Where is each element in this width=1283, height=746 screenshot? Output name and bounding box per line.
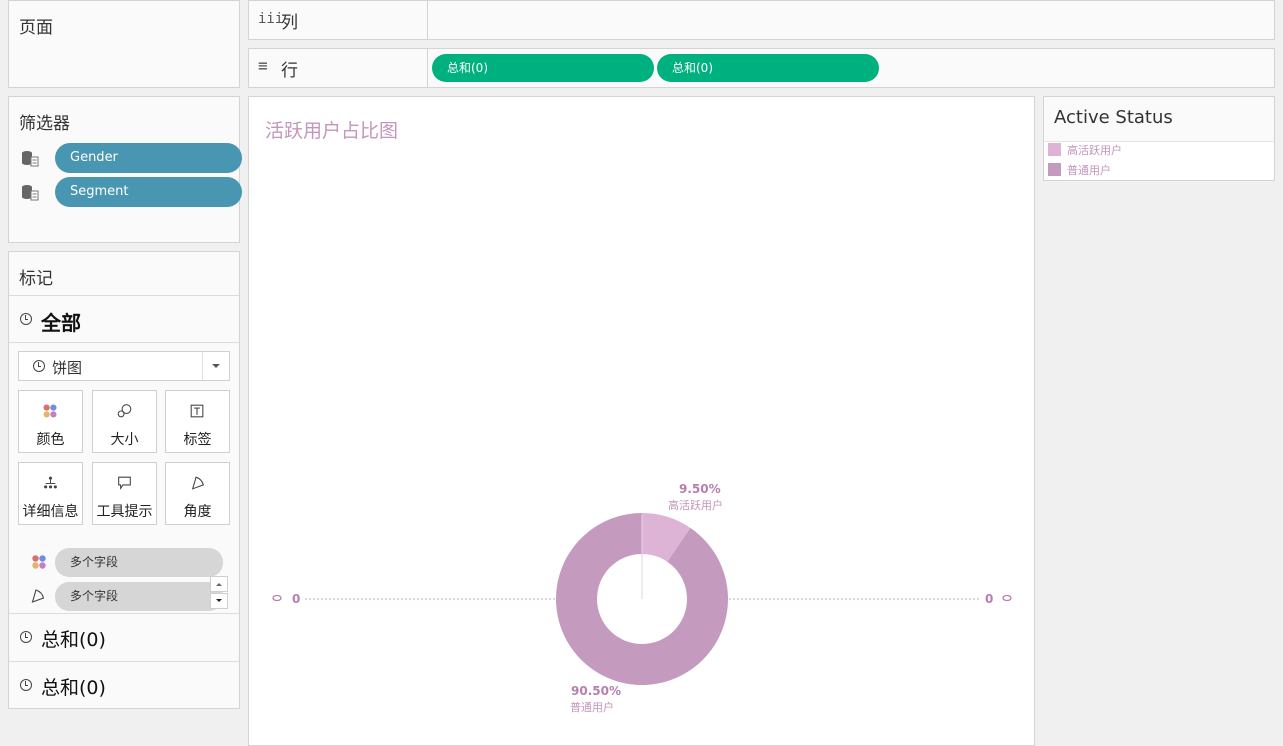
filter-row-gender: Gender (19, 143, 243, 173)
legend-swatch (1048, 163, 1061, 176)
scroll-down-button[interactable] (210, 593, 228, 609)
donut-chart: 0 0 9.50% 高活跃用户 90.50% 普通用户 (272, 482, 1012, 714)
slice-value-1: 90.50% (571, 684, 621, 698)
scroll-up-button[interactable] (210, 576, 228, 592)
legend-swatch (1048, 143, 1061, 156)
detail-icon (44, 476, 57, 489)
angle-button[interactable]: 角度 (165, 462, 230, 525)
marks-sum-tab-1[interactable]: 总和(0) (9, 614, 239, 660)
axis-mark-left[interactable] (272, 594, 282, 602)
legend-label: 普通用户 (1067, 164, 1111, 177)
text-label-icon (190, 404, 204, 418)
size-label: 大小 (110, 432, 139, 448)
size-button[interactable]: 大小 (92, 390, 157, 453)
database-icon (22, 151, 39, 167)
rows-shelf-label: ≡ 行 (249, 49, 428, 87)
rows-icon: ≡ (258, 56, 268, 75)
tooltip-label: 工具提示 (96, 504, 153, 520)
angle-icon (31, 589, 45, 603)
marks-all-tab[interactable]: 全部 (9, 296, 239, 342)
axis-label-right: 0 (985, 592, 993, 606)
pie-mark-icon (20, 679, 32, 691)
axis-label-left: 0 (292, 592, 300, 606)
divider (9, 342, 239, 343)
columns-icon: iii (258, 11, 284, 27)
filter-pill-gender[interactable]: Gender (55, 143, 242, 173)
chevron-down-icon (216, 599, 222, 602)
filters-panel[interactable]: 筛选器 Gender Segment (8, 96, 243, 243)
detail-label: 详细信息 (22, 504, 79, 520)
mark-type-value: 饼图 (52, 359, 83, 377)
database-icon (22, 185, 39, 201)
marks-all-label: 全部 (41, 311, 81, 335)
color-icon (32, 555, 46, 569)
slice-label-0: 9.50% 高活跃用户 (668, 482, 723, 512)
marks-panel-title: 标记 (19, 269, 53, 289)
legend-label: 高活跃用户 (1067, 144, 1122, 157)
angle-field-pill[interactable]: 多个字段 (55, 582, 223, 611)
slice-label-1: 90.50% 普通用户 (570, 684, 621, 714)
legend-panel[interactable]: Active Status 高活跃用户 普通用户 (1043, 96, 1275, 181)
pie-mark-icon (33, 360, 45, 372)
filter-row-segment: Segment (19, 177, 243, 207)
legend-header: Active Status (1044, 97, 1274, 142)
pages-panel[interactable]: 页面 (8, 0, 240, 88)
size-icon (117, 404, 132, 418)
chevron-down-icon[interactable] (202, 352, 229, 380)
mark-type-dropdown[interactable]: 饼图 (18, 351, 230, 381)
columns-label: 列 (281, 13, 298, 33)
pie-mark-icon (20, 631, 32, 643)
rows-pill-2[interactable]: 总和(0) (657, 54, 879, 82)
slice-value-0: 9.50% (679, 482, 721, 496)
filter-pill-segment[interactable]: Segment (55, 177, 242, 207)
color-label: 颜色 (36, 432, 65, 448)
columns-shelf[interactable]: iii 列 (248, 0, 1275, 40)
label-label: 标签 (183, 432, 212, 448)
label-button[interactable]: 标签 (165, 390, 230, 453)
axis-mark-right[interactable] (1002, 594, 1012, 602)
marks-sum-label-1: 总和(0) (41, 629, 106, 651)
color-field-pill[interactable]: 多个字段 (55, 548, 223, 577)
legend-title: Active Status (1054, 107, 1173, 128)
marks-sum-label-2: 总和(0) (41, 677, 106, 699)
slice-category-0: 高活跃用户 (668, 498, 723, 512)
angle-icon (191, 476, 204, 490)
columns-shelf-label: iii 列 (249, 1, 428, 39)
marks-sum-tab-2[interactable]: 总和(0) (9, 662, 239, 708)
chart-view[interactable]: 活跃用户占比图 0 0 9.50% 高活跃用户 90.50% 普通用户 (248, 96, 1035, 746)
color-icon (43, 404, 57, 418)
slice-category-1: 普通用户 (570, 700, 614, 714)
rows-label: 行 (281, 61, 298, 81)
rows-pill-1[interactable]: 总和(0) (432, 54, 654, 82)
rows-shelf[interactable]: ≡ 行 总和(0) 总和(0) (248, 48, 1275, 88)
angle-label: 角度 (183, 504, 212, 520)
detail-button[interactable]: 详细信息 (18, 462, 83, 525)
pie-mark-icon (20, 313, 32, 325)
tooltip-button[interactable]: 工具提示 (92, 462, 157, 525)
pages-panel-title: 页面 (19, 18, 53, 38)
filters-panel-title: 筛选器 (19, 114, 70, 134)
marks-panel[interactable]: 标记 全部 饼图 颜色 大小 标签 详细信息 工具提示 角度 多个字段 多个字段… (8, 251, 240, 709)
chevron-up-icon (216, 583, 222, 586)
tooltip-icon (118, 476, 131, 490)
color-button[interactable]: 颜色 (18, 390, 83, 453)
